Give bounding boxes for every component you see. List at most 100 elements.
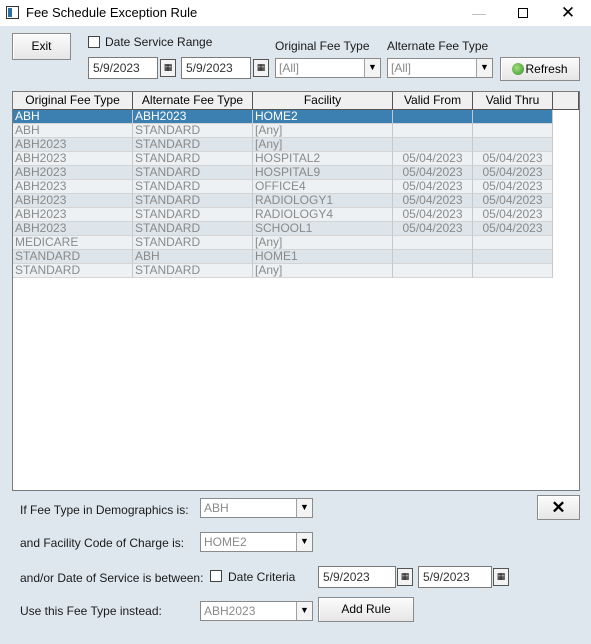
window-title: Fee Schedule Exception Rule [26,5,198,20]
date-criteria-label: Date Criteria [228,570,296,584]
cell-facility: [Any] [253,124,393,138]
refresh-icon [512,63,525,75]
cell-original-fee-type: ABH2023 [13,138,133,152]
chevron-down-icon: ▼ [476,59,492,77]
use-fee-type-select[interactable]: ABH2023 ▼ [200,601,313,621]
column-header-valid-from[interactable]: Valid From [393,92,473,110]
cell-alternate-fee-type: STANDARD [133,236,253,250]
fee-type-value: ABH [204,501,229,515]
app-icon [6,6,19,19]
date-from-field[interactable]: 5/9/2023 [88,57,158,79]
cell-valid-thru [473,236,553,250]
criteria-date-from-field[interactable]: 5/9/2023 [318,566,396,588]
column-header-facility[interactable]: Facility [253,92,393,110]
table-row[interactable]: STANDARD ABH HOME1 [13,250,553,264]
maximize-button[interactable] [503,2,543,24]
rules-grid[interactable]: Original Fee Type Alternate Fee Type Fac… [12,91,580,491]
cell-original-fee-type: ABH [13,110,133,124]
criteria-date-to-field[interactable]: 5/9/2023 [418,566,492,588]
cell-original-fee-type: STANDARD [13,264,133,278]
table-row[interactable]: ABH2023 STANDARD OFFICE4 05/04/2023 05/04/20… [13,180,553,194]
date-service-range-checkbox[interactable] [88,36,100,48]
date-criteria-checkbox[interactable] [210,570,222,582]
delete-rule-button[interactable]: ✕ [537,495,580,520]
cell-original-fee-type: ABH [13,124,133,138]
cell-valid-from [393,250,473,264]
calendar-icon[interactable]: ▦ [253,59,269,77]
cell-facility: HOME2 [253,110,393,124]
exit-button[interactable]: Exit [12,33,71,60]
title-bar: Fee Schedule Exception Rule — ✕ [0,0,591,26]
cell-valid-thru: 05/04/2023 [473,180,553,194]
cell-alternate-fee-type: STANDARD [133,264,253,278]
table-row[interactable]: ABH STANDARD [Any] [13,124,553,138]
cell-facility: HOSPITAL9 [253,166,393,180]
table-row[interactable]: MEDICARE STANDARD [Any] [13,236,553,250]
column-header-original-fee-type[interactable]: Original Fee Type [13,92,133,110]
cell-alternate-fee-type: STANDARD [133,208,253,222]
cell-facility: [Any] [253,264,393,278]
date-service-range-label: Date Service Range [105,35,213,49]
cell-facility: RADIOLOGY1 [253,194,393,208]
maximize-icon [518,8,528,18]
table-row[interactable]: STANDARD STANDARD [Any] [13,264,553,278]
chevron-down-icon: ▼ [364,59,380,77]
cell-alternate-fee-type: ABH [133,250,253,264]
date-to-field[interactable]: 5/9/2023 [181,57,251,79]
column-header-valid-thru[interactable]: Valid Thru [473,92,553,110]
calendar-icon[interactable]: ▦ [397,568,413,586]
cell-facility: HOSPITAL2 [253,152,393,166]
cell-valid-thru [473,138,553,152]
calendar-icon[interactable]: ▦ [493,568,509,586]
original-fee-type-label: Original Fee Type [275,39,370,53]
original-fee-type-select[interactable]: [All] ▼ [275,58,381,78]
table-row[interactable]: ABH2023 STANDARD HOSPITAL2 05/04/2023 05/04/… [13,152,553,166]
grid-body: ABH ABH2023 HOME2 ABH STANDARD [Any] ABH2023 ST… [13,110,553,278]
refresh-button[interactable]: Refresh [500,57,580,81]
table-row[interactable]: ABH2023 STANDARD SCHOOL1 05/04/2023 05/04/20… [13,222,553,236]
alternate-fee-type-value: [All] [391,61,412,75]
cell-facility: HOME1 [253,250,393,264]
table-row[interactable]: ABH ABH2023 HOME2 [13,110,553,124]
cell-valid-thru: 05/04/2023 [473,194,553,208]
use-fee-type-value: ABH2023 [204,604,256,618]
cell-valid-from [393,264,473,278]
chevron-down-icon: ▼ [296,602,312,620]
cell-alternate-fee-type: STANDARD [133,152,253,166]
cell-valid-thru: 05/04/2023 [473,208,553,222]
table-row[interactable]: ABH2023 STANDARD RADIOLOGY4 05/04/2023 05/04… [13,208,553,222]
close-button[interactable]: ✕ [548,2,588,24]
cell-valid-from: 05/04/2023 [393,166,473,180]
cell-valid-from: 05/04/2023 [393,208,473,222]
cell-facility: RADIOLOGY4 [253,208,393,222]
table-row[interactable]: ABH2023 STANDARD RADIOLOGY1 05/04/2023 05/04… [13,194,553,208]
calendar-icon[interactable]: ▦ [160,59,176,77]
table-row[interactable]: ABH2023 STANDARD [Any] [13,138,553,152]
cell-valid-thru [473,110,553,124]
alternate-fee-type-label: Alternate Fee Type [387,39,489,53]
cell-alternate-fee-type: STANDARD [133,124,253,138]
cell-original-fee-type: MEDICARE [13,236,133,250]
cell-valid-thru: 05/04/2023 [473,166,553,180]
add-rule-button[interactable]: Add Rule [318,597,414,622]
fee-type-select[interactable]: ABH ▼ [200,498,313,518]
original-fee-type-value: [All] [279,61,300,75]
cell-alternate-fee-type: STANDARD [133,194,253,208]
minimize-button[interactable]: — [459,2,499,24]
facility-select[interactable]: HOME2 ▼ [200,532,313,552]
cell-facility: SCHOOL1 [253,222,393,236]
facility-value: HOME2 [204,535,247,549]
chevron-down-icon: ▼ [296,499,312,517]
column-header-alternate-fee-type[interactable]: Alternate Fee Type [133,92,253,110]
cell-original-fee-type: ABH2023 [13,208,133,222]
alternate-fee-type-select[interactable]: [All] ▼ [387,58,493,78]
cell-valid-thru: 05/04/2023 [473,222,553,236]
cell-valid-thru [473,264,553,278]
cell-valid-from [393,124,473,138]
cell-alternate-fee-type: ABH2023 [133,110,253,124]
cell-original-fee-type: ABH2023 [13,194,133,208]
cell-facility: [Any] [253,236,393,250]
refresh-label: Refresh [525,62,568,76]
table-row[interactable]: ABH2023 STANDARD HOSPITAL9 05/04/2023 05/04/… [13,166,553,180]
fee-type-label: If Fee Type in Demographics is: [20,503,189,517]
